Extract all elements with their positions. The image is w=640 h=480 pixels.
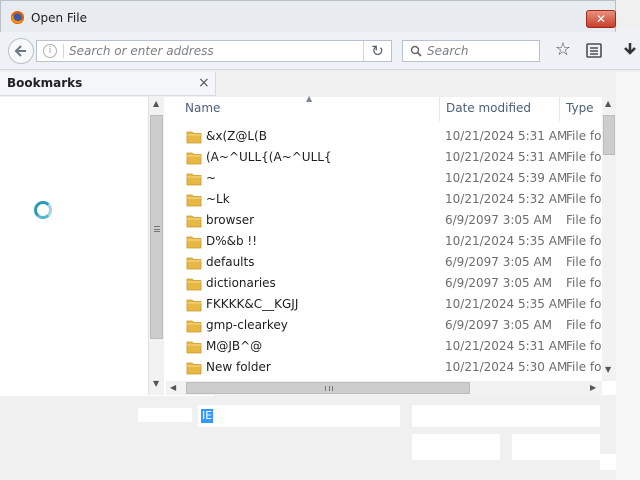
file-date-modified: 10/21/2024 5:32 AM	[445, 192, 568, 206]
file-name: defaults	[206, 255, 255, 269]
folder-icon	[186, 152, 202, 165]
file-row[interactable]: FKKKK&C__KGJJ 10/21/2024 5:35 AM File fol	[166, 295, 602, 316]
file-type: File fol	[566, 234, 602, 248]
open-file-dialog: Open File ✕ ▲ ▼ ▲ Name Date modified Typ…	[0, 0, 616, 470]
scroll-left-arrow-icon[interactable]: ◀	[170, 383, 176, 392]
folder-icon	[186, 194, 202, 207]
scroll-grip-icon	[154, 226, 160, 232]
file-name: (A~^ULL{(A~^ULL{	[206, 150, 332, 164]
file-row[interactable]: &x(Z@L(B 10/21/2024 5:31 AM File fol	[166, 127, 602, 148]
file-date-modified: 10/21/2024 5:31 AM	[445, 339, 568, 353]
scroll-thumb[interactable]	[603, 115, 615, 155]
download-icon[interactable]	[620, 40, 640, 60]
column-name[interactable]: Name	[185, 101, 220, 115]
file-date-modified: 6/9/2097 3:05 AM	[445, 318, 553, 332]
file-name: dictionaries	[206, 276, 276, 290]
scroll-down-arrow-icon[interactable]: ▼	[605, 365, 611, 374]
file-list: ▲ Name Date modified Type &x(Z@L(B 10/21/…	[166, 94, 616, 395]
file-date-modified: 10/21/2024 5:35 AM	[445, 234, 568, 248]
file-type: File fol	[566, 129, 602, 143]
column-date-modified[interactable]: Date modified	[446, 101, 531, 115]
file-row[interactable]: (A~^ULL{(A~^ULL{ 10/21/2024 5:31 AM File f…	[166, 148, 602, 169]
file-type: File fol	[566, 150, 602, 164]
file-type: File fol	[566, 360, 602, 374]
file-date-modified: 10/21/2024 5:39 AM	[445, 171, 568, 185]
scroll-up-arrow-icon[interactable]: ▲	[605, 99, 611, 108]
file-date-modified: 10/21/2024 5:31 AM	[445, 150, 568, 164]
file-name: FKKKK&C__KGJJ	[206, 297, 299, 311]
file-type: File fol	[566, 255, 602, 269]
resize-grip[interactable]	[600, 454, 616, 470]
file-rows: &x(Z@L(B 10/21/2024 5:31 AM File fol (A~^UL…	[166, 127, 602, 379]
dialog-titlebar: Open File ✕	[0, 0, 616, 32]
dialog-title: Open File	[31, 11, 87, 25]
file-name: ~Lk	[206, 192, 230, 206]
file-type: File fol	[566, 339, 602, 353]
file-date-modified: 10/21/2024 5:31 AM	[445, 129, 568, 143]
file-date-modified: 10/21/2024 5:30 AM	[445, 360, 568, 374]
file-list-horizontal-scrollbar[interactable]: ◀ ▶	[166, 381, 602, 395]
file-type: File fol	[566, 171, 602, 185]
column-headers: ▲ Name Date modified Type	[166, 94, 616, 121]
file-name: M@JB^@	[206, 339, 263, 353]
file-row[interactable]: browser 6/9/2097 3:05 AM File fol	[166, 211, 602, 232]
file-type: File fol	[566, 192, 602, 206]
file-row[interactable]: D%&b !! 10/21/2024 5:35 AM File fol	[166, 232, 602, 253]
folder-icon	[186, 320, 202, 333]
close-button[interactable]: ✕	[586, 10, 616, 28]
folder-icon	[186, 341, 202, 354]
file-row[interactable]: New folder 10/21/2024 5:30 AM File fol	[166, 358, 602, 379]
scroll-thumb[interactable]	[186, 382, 470, 394]
scroll-grip-icon	[325, 386, 333, 391]
browser-right-edge	[616, 72, 640, 480]
file-name-value: IE	[201, 409, 214, 423]
file-type: File fol	[566, 318, 602, 332]
open-button[interactable]	[412, 434, 500, 460]
file-type-filter[interactable]	[412, 405, 600, 427]
file-name-label	[138, 408, 192, 422]
cancel-button[interactable]	[512, 434, 600, 460]
folder-icon	[186, 362, 202, 375]
scroll-thumb[interactable]	[150, 115, 163, 339]
navigation-pane-scrollbar[interactable]: ▲ ▼	[148, 97, 164, 395]
column-divider[interactable]	[439, 97, 440, 121]
file-name: &x(Z@L(B	[206, 129, 267, 143]
folder-icon	[186, 131, 202, 144]
scroll-right-arrow-icon[interactable]: ▶	[590, 383, 596, 392]
file-name: ~	[206, 171, 217, 185]
firefox-icon	[10, 10, 25, 25]
folder-icon	[186, 257, 202, 270]
file-list-vertical-scrollbar[interactable]: ▲ ▼	[602, 97, 616, 381]
file-date-modified: 6/9/2097 3:05 AM	[445, 213, 553, 227]
file-row[interactable]: defaults 6/9/2097 3:05 AM File fol	[166, 253, 602, 274]
folder-icon	[186, 299, 202, 312]
scroll-up-arrow-icon[interactable]: ▲	[153, 99, 159, 108]
folder-icon	[186, 236, 202, 249]
file-date-modified: 6/9/2097 3:05 AM	[445, 276, 553, 290]
column-divider[interactable]	[559, 97, 560, 121]
file-name: New folder	[206, 360, 271, 374]
file-date-modified: 10/21/2024 5:35 AM	[445, 297, 568, 311]
file-name: gmp-clearkey	[206, 318, 288, 332]
file-date-modified: 6/9/2097 3:05 AM	[445, 255, 553, 269]
file-row[interactable]: gmp-clearkey 6/9/2097 3:05 AM File fol	[166, 316, 602, 337]
file-row[interactable]: ~10/21/2024 5:39 AM File fol	[166, 169, 602, 190]
sort-ascending-icon: ▲	[306, 94, 313, 103]
column-type[interactable]: Type	[566, 101, 594, 115]
file-name-input[interactable]: IE	[198, 405, 400, 427]
file-name: browser	[206, 213, 255, 227]
folder-icon	[186, 215, 202, 228]
folder-icon	[186, 173, 202, 186]
file-name: D%&b !!	[206, 234, 258, 248]
file-type: File fol	[566, 297, 602, 311]
file-row[interactable]: dictionaries 6/9/2097 3:05 AM File fol	[166, 274, 602, 295]
dialog-footer: IE	[0, 396, 616, 470]
file-row[interactable]: ~Lk 10/21/2024 5:32 AM File fol	[166, 190, 602, 211]
folder-icon	[186, 278, 202, 291]
file-type: File fol	[566, 213, 602, 227]
scroll-down-arrow-icon[interactable]: ▼	[153, 379, 159, 388]
file-row[interactable]: M@JB^@ 10/21/2024 5:31 AM File fol	[166, 337, 602, 358]
file-type: File fol	[566, 276, 602, 290]
